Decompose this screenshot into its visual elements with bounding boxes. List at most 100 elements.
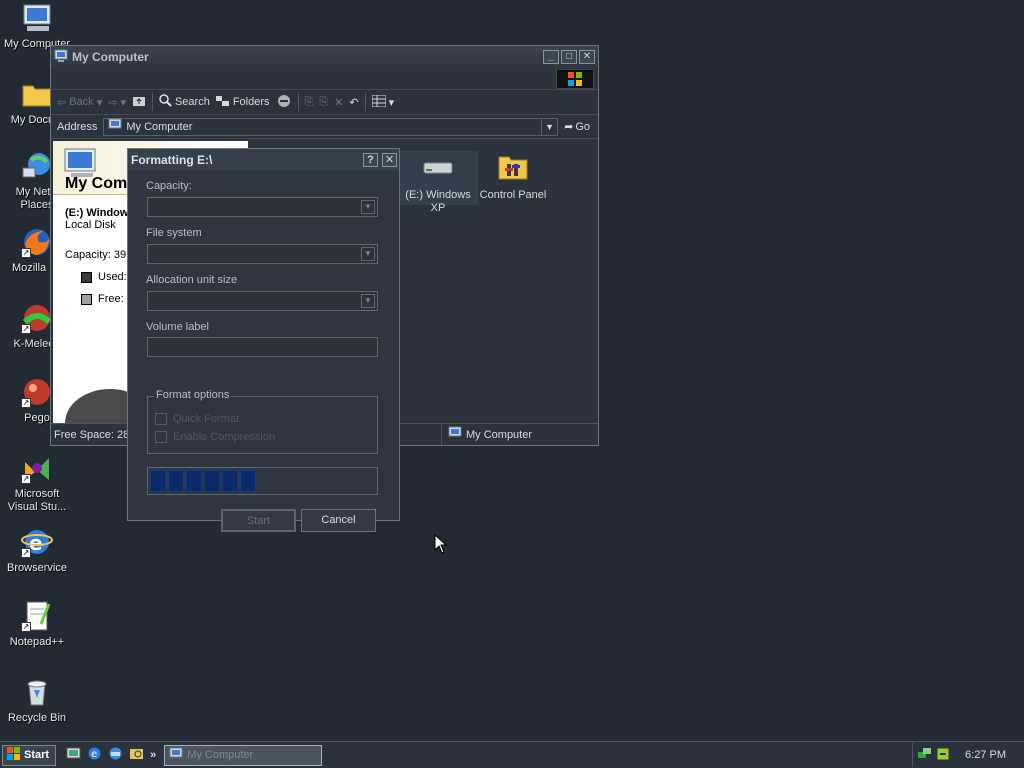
- computer-icon: [54, 49, 68, 66]
- toolbar: ⇦ Back ▾ ⇨ ▾ Search Folders ⎘ ⎘ ✕ ↶ ▾: [51, 90, 598, 115]
- chevron-down-icon: ▼: [361, 200, 375, 214]
- menubar: [51, 68, 598, 90]
- cancel-button[interactable]: Cancel: [301, 509, 376, 532]
- folder-search-icon[interactable]: [129, 746, 144, 764]
- progress-block: [240, 470, 256, 492]
- go-button[interactable]: ➦ Go: [564, 120, 598, 134]
- shortcut-arrow-icon: ↗: [21, 622, 31, 632]
- move-to-button[interactable]: ⎘: [305, 96, 314, 109]
- chevron-down-icon: ▾: [388, 96, 395, 109]
- dialog-close-button[interactable]: ✕: [382, 153, 397, 167]
- desktop-icon-notepad[interactable]: ↗ Notepad++: [0, 600, 74, 649]
- desktop-icon-recycle-bin[interactable]: Recycle Bin: [0, 676, 74, 725]
- folder-up-icon: [132, 95, 146, 110]
- desktop-icon-label: Recycle Bin: [7, 712, 67, 724]
- copy-to-button[interactable]: ⎘: [319, 96, 328, 109]
- firefox-icon: ↗: [21, 226, 53, 258]
- enable-compression-checkbox[interactable]: Enable Compression: [155, 431, 275, 443]
- svg-text:e: e: [91, 749, 97, 760]
- control-panel-item[interactable]: Control Panel: [473, 151, 553, 202]
- windows-logo-icon: [556, 69, 594, 89]
- quick-format-checkbox[interactable]: Quick Format: [155, 413, 239, 425]
- progress-fill: [150, 470, 256, 492]
- undo-button[interactable]: ↶: [349, 96, 358, 109]
- drive-e-item[interactable]: (E:) Windows XP: [398, 151, 478, 214]
- computer-icon: [108, 118, 122, 135]
- system-tray: 6:27 PM: [912, 743, 1024, 767]
- checkbox-box: [155, 431, 167, 443]
- help-button[interactable]: ?: [363, 153, 378, 167]
- capacity-select[interactable]: ▼: [147, 197, 378, 217]
- format-progress-bar: [147, 467, 378, 495]
- forward-button[interactable]: ⇨ ▾: [108, 96, 126, 109]
- address-value: My Computer: [126, 120, 193, 133]
- progress-block: [204, 470, 220, 492]
- search-button[interactable]: Search: [159, 94, 210, 110]
- format-dialog-title: Formatting E:\: [131, 153, 213, 167]
- computer-icon: [21, 2, 53, 34]
- up-folder-button[interactable]: [132, 95, 146, 110]
- shortcut-arrow-icon: ↗: [21, 548, 31, 558]
- toolbar-separator: [364, 93, 366, 111]
- folders-button[interactable]: Folders: [215, 95, 270, 110]
- format-dialog-titlebar[interactable]: Formatting E:\ ? ✕: [128, 149, 399, 171]
- desktop-icon-label: Microsoft Visual Stu...: [7, 488, 67, 513]
- sync-button[interactable]: [276, 93, 292, 112]
- back-arrow-icon: ⇦: [57, 96, 67, 109]
- back-button[interactable]: ⇦ Back ▾: [57, 96, 102, 109]
- desktop-icon-label: Notepad++: [9, 636, 65, 648]
- ie-icon[interactable]: e: [87, 746, 102, 764]
- computer-icon: [169, 747, 183, 764]
- explorer-titlebar[interactable]: My Computer _ □ ✕: [51, 46, 598, 68]
- network-icon: [21, 150, 53, 182]
- maximize-button[interactable]: □: [561, 50, 577, 64]
- recycle-bin-icon: [21, 676, 53, 708]
- chevron-down-icon: ▼: [361, 247, 375, 261]
- format-options-legend: Format options: [154, 389, 232, 401]
- copy-to-icon: ⎘: [319, 95, 329, 108]
- format-options-group: Format options Quick Format Enable Compr…: [147, 389, 378, 454]
- show-desktop-icon[interactable]: [66, 746, 81, 764]
- progress-block: [186, 470, 202, 492]
- taskbar-my-computer[interactable]: My Computer: [164, 744, 323, 766]
- pego-icon: ↗: [21, 376, 53, 408]
- progress-block: [168, 470, 184, 492]
- status-location: My Computer: [441, 424, 598, 445]
- address-label: Address: [57, 120, 98, 133]
- network-icon[interactable]: [108, 746, 123, 764]
- explorer-title: My Computer: [72, 50, 149, 64]
- views-button[interactable]: ▾: [371, 94, 395, 110]
- desktop-icon-computer[interactable]: My Computer: [0, 2, 74, 51]
- undo-icon: ↶: [349, 96, 359, 109]
- safely-remove-icon[interactable]: [936, 747, 950, 764]
- network-tray-icon[interactable]: [917, 746, 933, 765]
- folder-icon: [21, 78, 53, 110]
- desktop-icon-label: Browservice: [7, 562, 67, 574]
- shortcut-arrow-icon: ↗: [21, 474, 31, 484]
- start-button-taskbar[interactable]: Start: [2, 744, 57, 766]
- used-swatch: [81, 271, 92, 283]
- shortcut-arrow-icon: ↗: [21, 324, 31, 334]
- filesystem-select[interactable]: ▼: [147, 244, 378, 264]
- volume-label-input[interactable]: [147, 337, 378, 357]
- allocation-select[interactable]: ▼: [147, 291, 378, 311]
- delete-button[interactable]: ✕: [334, 96, 343, 109]
- address-dropdown-button[interactable]: ▼: [541, 118, 557, 135]
- chevron-more-icon[interactable]: »: [150, 749, 156, 761]
- desktop-icon-visual-studio[interactable]: ↗ Microsoft Visual Stu...: [0, 452, 74, 514]
- sync-icon: [276, 93, 292, 112]
- quick-launch: e »: [66, 746, 156, 764]
- desktop-icon-ie[interactable]: e ↗ Browservice: [0, 526, 74, 575]
- address-field[interactable]: My Computer ▼: [103, 117, 559, 136]
- start-button[interactable]: Start: [221, 509, 296, 532]
- kmeleon-icon: ↗: [21, 302, 53, 334]
- capacity-label: Capacity:: [146, 180, 192, 192]
- control-panel-icon: [497, 151, 529, 183]
- allocation-label: Allocation unit size: [146, 274, 238, 286]
- close-button[interactable]: ✕: [579, 50, 595, 64]
- minimize-button[interactable]: _: [543, 50, 559, 64]
- move-to-icon: ⎘: [304, 95, 314, 108]
- clock: 6:27 PM: [965, 749, 1006, 761]
- drive-name: (E:) Window: [65, 207, 129, 219]
- format-dialog: Formatting E:\ ? ✕ Capacity: ▼ File syst…: [127, 148, 400, 532]
